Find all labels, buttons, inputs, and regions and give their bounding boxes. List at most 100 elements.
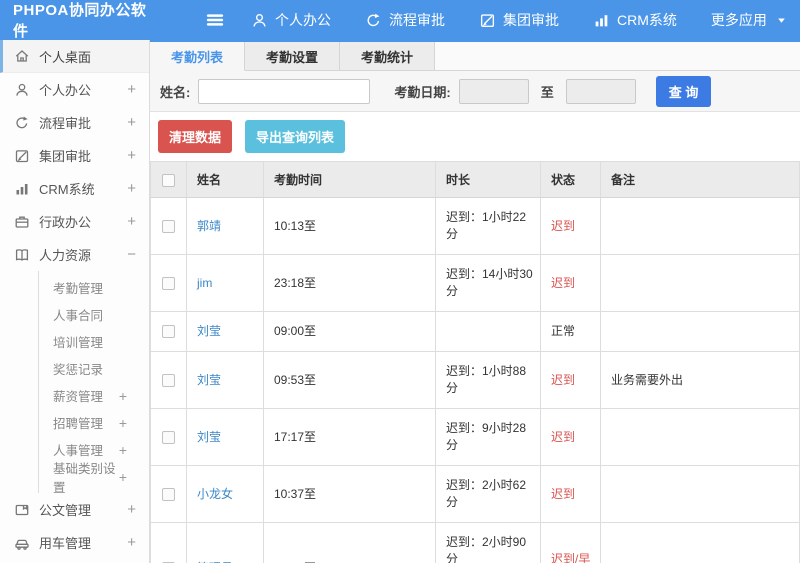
table-row: jim 23:18至 迟到：14小时30分 迟到 <box>150 254 800 312</box>
expand-icon[interactable]: + <box>119 389 127 403</box>
row-checkbox[interactable] <box>162 373 175 387</box>
row-checkbox[interactable] <box>162 325 175 339</box>
sidebar-subitem-training-management[interactable]: 培训管理 <box>39 328 149 355</box>
table-header-row: 姓名 考勤时间 时长 状态 备注 <box>150 161 800 198</box>
status-cell: 迟到 <box>540 254 601 312</box>
duration-cell: 迟到：1小时88分 <box>435 351 541 409</box>
sidebar-subitem-label: 培训管理 <box>53 336 104 350</box>
employee-name-link[interactable]: 小龙女 <box>197 487 233 501</box>
expand-icon[interactable]: + <box>127 82 136 97</box>
expand-icon[interactable]: + <box>119 416 127 430</box>
status-cell: 迟到 <box>540 408 601 466</box>
sidebar-subitem-label: 基础类别设置 <box>53 461 116 495</box>
sidebar-subitem-salary-management[interactable]: 薪资管理 + <box>39 382 149 409</box>
sidebar-item-admin-office[interactable]: 行政办公 + <box>0 205 149 238</box>
tab-attendance-list[interactable]: 考勤列表 <box>150 42 246 71</box>
clean-data-button[interactable]: 清理数据 <box>158 120 233 153</box>
row-checkbox-cell <box>150 465 187 523</box>
sidebar-item-label: 个人办公 <box>39 83 92 98</box>
sidebar-subitem-basic-category-settings[interactable]: 基础类别设置 + <box>39 462 149 495</box>
nav-item-group-approval[interactable]: 集团审批 <box>479 10 559 30</box>
collapse-icon[interactable]: − <box>127 247 136 262</box>
edit-icon <box>479 12 496 29</box>
sidebar-subitem-label: 考勤管理 <box>53 282 104 296</box>
nav-item-crm-system[interactable]: CRM系统 <box>593 10 677 30</box>
sidebar-item-crm-system[interactable]: CRM系统 + <box>0 172 149 205</box>
home-icon <box>14 48 30 64</box>
column-header: 备注 <box>600 161 800 198</box>
sidebar-subitem-label: 招聘管理 <box>53 417 104 431</box>
expand-icon[interactable]: + <box>127 181 136 196</box>
name-filter-label: 姓名: <box>160 84 191 100</box>
name-filter-input[interactable] <box>198 78 371 104</box>
menu-icon[interactable] <box>205 10 225 30</box>
table-row: 刘莹 09:53至 迟到：1小时88分 迟到 业务需要外出 <box>150 351 800 409</box>
sidebar-item-personal-desktop[interactable]: 个人桌面 <box>0 40 149 73</box>
date-from-input[interactable] <box>458 78 529 104</box>
date-filter-label: 考勤日期: <box>394 84 451 100</box>
row-checkbox[interactable] <box>162 430 175 444</box>
employee-name-link[interactable]: 刘莹 <box>197 430 221 444</box>
row-checkbox-cell <box>150 311 187 352</box>
status-text: 迟到 <box>551 429 576 444</box>
row-checkbox-cell <box>150 408 187 466</box>
nav-item-more-apps[interactable]: 更多应用 <box>711 10 787 30</box>
query-button[interactable]: 查 询 <box>655 75 712 107</box>
column-header: 考勤时间 <box>263 161 436 198</box>
employee-name-link[interactable]: 刘莹 <box>197 373 221 387</box>
nav-item-personal-office[interactable]: 个人办公 <box>251 10 331 30</box>
flow-icon <box>365 12 382 29</box>
employee-name-link[interactable]: jim <box>197 276 212 290</box>
duration-cell: 迟到：2小时62分 <box>435 465 541 523</box>
sidebar: 个人桌面 个人办公 + 流程审批 + 集团审批 + CRM系统 + 行政办公 + 人力资源 − 考勤管理人… <box>0 40 150 563</box>
nav-item-workflow-approval[interactable]: 流程审批 <box>365 10 445 30</box>
row-checkbox[interactable] <box>162 276 175 290</box>
employee-name-link[interactable]: 郭靖 <box>197 219 221 233</box>
sidebar-subitem-attendance-management[interactable]: 考勤管理 <box>39 274 149 301</box>
export-list-button[interactable]: 导出查询列表 <box>245 120 346 153</box>
sidebar-subitem-personnel-contract[interactable]: 人事合同 <box>39 301 149 328</box>
expand-icon[interactable]: + <box>127 535 136 550</box>
status-cell: 迟到 <box>540 351 601 409</box>
flow-icon <box>14 115 30 131</box>
date-to-input[interactable] <box>565 78 636 104</box>
note-cell: 1111 <box>600 522 800 563</box>
sidebar-item-human-resources[interactable]: 人力资源 − <box>0 238 149 271</box>
select-all-checkbox[interactable] <box>162 173 175 187</box>
column-header: 状态 <box>540 161 601 198</box>
employee-name-cell: 刘莹 <box>186 311 264 352</box>
status-text: 迟到/早退 <box>551 552 591 563</box>
attendance-time-cell: 10:13至 <box>263 197 436 255</box>
sidebar-item-vehicle-management[interactable]: 用车管理 + <box>0 526 149 559</box>
sidebar-item-personal-office[interactable]: 个人办公 + <box>0 73 149 106</box>
expand-icon[interactable]: + <box>119 443 127 457</box>
duration-cell: 迟到：2小时90分 早退：7小时10分 <box>435 522 541 563</box>
sidebar-item-workflow-approval[interactable]: 流程审批 + <box>0 106 149 139</box>
sidebar-subitem-reward-punishment-records[interactable]: 奖惩记录 <box>39 355 149 382</box>
sidebar-item-document-management[interactable]: 公文管理 + <box>0 493 149 526</box>
expand-icon[interactable]: + <box>127 115 136 130</box>
sidebar-subitem-label: 奖惩记录 <box>53 363 104 377</box>
sidebar-item-label: 公文管理 <box>39 503 92 518</box>
sidebar-item-label: CRM系统 <box>39 182 95 197</box>
expand-icon[interactable]: + <box>119 470 127 484</box>
expand-icon[interactable]: + <box>127 502 136 517</box>
status-cell: 正常 <box>540 311 601 352</box>
employee-name-cell: 刘莹 <box>186 351 264 409</box>
sidebar-subitem-label: 薪资管理 <box>53 390 104 404</box>
table-header: 姓名 考勤时间 时长 状态 备注 <box>150 161 800 198</box>
sidebar-subitem-label: 人事合同 <box>53 309 104 323</box>
sidebar-item-group-approval[interactable]: 集团审批 + <box>0 139 149 172</box>
row-checkbox[interactable] <box>162 487 175 501</box>
expand-icon[interactable]: + <box>127 214 136 229</box>
tab-attendance-statistics[interactable]: 考勤统计 <box>340 42 436 70</box>
tab-attendance-settings[interactable]: 考勤设置 <box>245 42 341 70</box>
table-row: 刘莹 17:17至 迟到：9小时28分 迟到 <box>150 408 800 466</box>
employee-name-link[interactable]: 刘莹 <box>197 324 221 338</box>
sidebar-subitem-recruitment-management[interactable]: 招聘管理 + <box>39 409 149 436</box>
attendance-table: 姓名 考勤时间 时长 状态 备注 郭靖 10:13至 迟到：1小时22分 迟到 jim 23:18… <box>150 161 800 563</box>
row-checkbox[interactable] <box>162 219 175 233</box>
doc-icon <box>14 502 30 518</box>
expand-icon[interactable]: + <box>127 148 136 163</box>
row-checkbox-cell <box>150 254 187 312</box>
